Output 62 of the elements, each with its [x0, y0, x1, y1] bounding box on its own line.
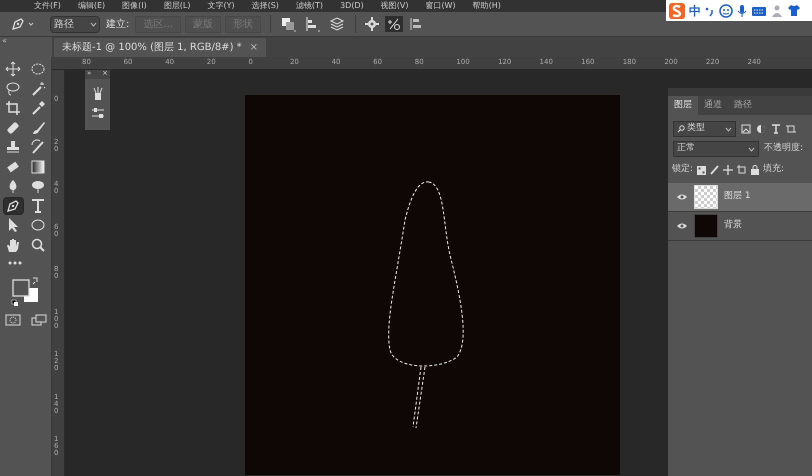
- brush-icon[interactable]: [710, 165, 720, 175]
- caret-icon[interactable]: [90, 22, 97, 26]
- pen-tool-icon[interactable]: [2, 196, 24, 215]
- path-alignment-icon[interactable]: [304, 16, 322, 32]
- settings-icon[interactable]: [364, 17, 379, 31]
- microphone-icon[interactable]: [737, 4, 747, 18]
- input-mode-label[interactable]: 中: [689, 4, 701, 16]
- menu-item[interactable]: 帮助(H): [472, 2, 501, 10]
- fill-label: 填充:: [763, 163, 784, 176]
- keyboard-icon[interactable]: [751, 4, 767, 16]
- quick-mask-icon[interactable]: [4, 314, 20, 326]
- layer-name: 图层 1: [724, 190, 751, 204]
- menu-item[interactable]: 滤镜(T): [296, 2, 324, 10]
- menu-item[interactable]: 图层(L): [164, 2, 190, 10]
- shirt-icon[interactable]: [787, 4, 801, 17]
- smiley-icon[interactable]: [719, 4, 733, 18]
- image-filter-icon[interactable]: [741, 124, 751, 134]
- filter-dropdown[interactable]: 类型: [673, 121, 736, 137]
- brushes-icon[interactable]: [92, 87, 104, 101]
- menu-item[interactable]: 3D(D): [340, 2, 364, 10]
- screen-mode-icon[interactable]: [30, 314, 46, 326]
- menu-item[interactable]: 视图(V): [380, 2, 408, 10]
- caret-icon[interactable]: [748, 146, 755, 152]
- menu-item[interactable]: 编辑(E): [78, 2, 106, 10]
- close-tab-button[interactable]: ×: [250, 40, 258, 55]
- menu-item[interactable]: 文字(Y): [207, 2, 235, 10]
- lock-icon[interactable]: [751, 165, 760, 175]
- mode-dropdown[interactable]: 路径: [50, 16, 100, 32]
- menu-item[interactable]: 窗口(W): [425, 2, 456, 10]
- menu-item[interactable]: 图像(I): [122, 2, 147, 10]
- layer-row[interactable]: 背景: [668, 212, 812, 241]
- visibility-eye-icon[interactable]: [676, 193, 688, 201]
- caret-icon[interactable]: [725, 126, 732, 132]
- visibility-eye-icon[interactable]: [676, 222, 688, 230]
- blend-mode-dropdown[interactable]: 正常: [673, 141, 759, 157]
- artboard-icon[interactable]: [737, 165, 748, 175]
- search-icon: [677, 125, 685, 133]
- opacity-label: 不透明度:: [764, 142, 804, 156]
- document-tab[interactable]: 未标题-1 @ 100% (图层 1, RGB/8#) * ×: [54, 38, 266, 57]
- menu-item[interactable]: 文件(F): [34, 2, 61, 10]
- pen-tool-icon[interactable]: [10, 16, 36, 32]
- layer-row[interactable]: 图层 1: [668, 183, 812, 212]
- move-icon[interactable]: [723, 165, 734, 175]
- collapse-toggle[interactable]: «: [0, 37, 7, 45]
- align-edges-icon[interactable]: [408, 16, 423, 32]
- menu-item[interactable]: 选择(S): [252, 2, 279, 10]
- lock-label: 锁定:: [672, 163, 694, 176]
- shape-filter-icon[interactable]: [786, 124, 796, 134]
- make-label: 建立:: [106, 18, 130, 32]
- path-arrangement-icon[interactable]: [328, 16, 346, 32]
- document-title: 未标题-1 @ 100% (图层 1, RGB/8#) *: [62, 40, 242, 55]
- adjustment-filter-icon[interactable]: [756, 124, 766, 134]
- panel-tab[interactable]: 图层: [668, 96, 698, 115]
- adjustment-sliders-icon[interactable]: [90, 107, 104, 119]
- auto-add-delete-icon[interactable]: [384, 16, 403, 32]
- layer-name: 背景: [724, 219, 742, 232]
- ime-logo-icon[interactable]: [669, 2, 685, 18]
- type-filter-icon[interactable]: [771, 124, 781, 134]
- move-tool-icon[interactable]: [2, 60, 24, 78]
- punctuation-icon[interactable]: [705, 4, 715, 16]
- path-operations-icon[interactable]: [280, 16, 298, 32]
- lock-transparency-icon[interactable]: [697, 166, 706, 174]
